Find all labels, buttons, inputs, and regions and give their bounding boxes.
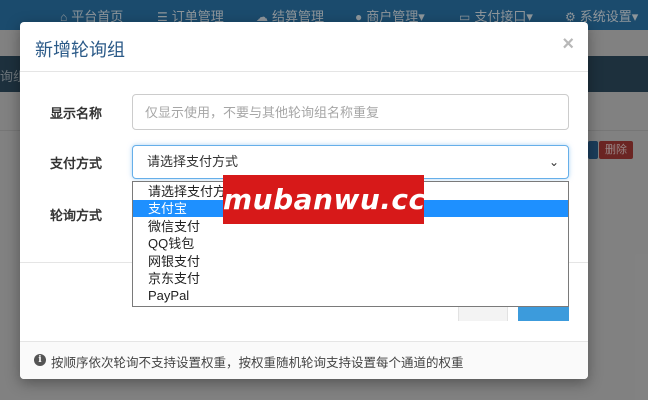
modal-header: 新增轮询组 × — [20, 22, 588, 72]
poll-method-label: 轮询方式 — [50, 208, 103, 223]
dropdown-option[interactable]: 网银支付 — [133, 253, 568, 270]
display-name-input[interactable] — [132, 94, 569, 130]
info-icon: i — [34, 354, 46, 366]
pay-method-label: 支付方式 — [50, 156, 103, 171]
pay-method-select[interactable]: 请选择支付方式 ⌄ — [132, 145, 569, 179]
watermark-logo: mubanwu.cc — [223, 175, 425, 224]
modal-title: 新增轮询组 — [35, 40, 125, 60]
pay-method-selected-value: 请选择支付方式 — [147, 154, 239, 169]
dropdown-option[interactable]: PayPal — [133, 287, 568, 304]
chevron-down-icon: ⌄ — [548, 155, 559, 169]
footer-note: 按顺序依次轮询不支持设置权重，按权重随机轮询支持设置每个通道的权重 — [51, 356, 464, 370]
modal-footer: i 按顺序依次轮询不支持设置权重，按权重随机轮询支持设置每个通道的权重 — [20, 341, 588, 379]
display-name-label: 显示名称 — [50, 106, 103, 121]
dropdown-option[interactable]: QQ钱包 — [133, 235, 568, 252]
dropdown-option[interactable]: 京东支付 — [133, 270, 568, 287]
close-icon[interactable]: × — [562, 33, 574, 56]
